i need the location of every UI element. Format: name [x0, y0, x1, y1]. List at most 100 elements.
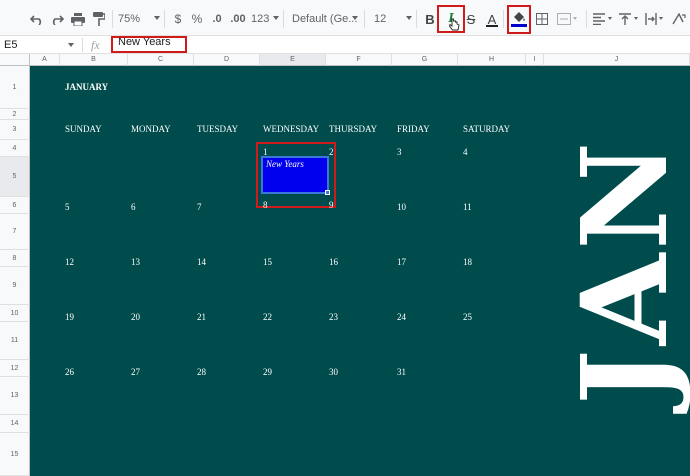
date-cell[interactable]: 30 [329, 367, 338, 377]
date-cell[interactable]: 10 [397, 202, 406, 212]
more-formats-select[interactable]: 123 [251, 8, 279, 30]
percent-button[interactable]: % [189, 8, 205, 30]
row-header-13[interactable]: 13 [0, 377, 30, 415]
column-header-c[interactable]: C [128, 54, 194, 66]
month-big-label: JAN [555, 137, 690, 405]
row-header-10[interactable]: 10 [0, 305, 30, 322]
redo-icon[interactable] [48, 8, 66, 30]
date-cell[interactable]: 22 [263, 312, 272, 322]
increase-decimal-button[interactable]: .00 [228, 8, 248, 30]
date-cell[interactable]: 15 [263, 257, 272, 267]
chevron-down-icon [68, 43, 74, 47]
date-cell[interactable]: 31 [397, 367, 406, 377]
column-header-e[interactable]: E [260, 54, 326, 66]
weekday-header: SUNDAY [65, 124, 102, 134]
column-header-i[interactable]: I [526, 54, 544, 66]
date-cell[interactable]: 26 [65, 367, 74, 377]
sheet-grid[interactable]: JANUARY SUNDAY MONDAY TUESDAY WEDNESDAY … [30, 66, 690, 476]
date-cell[interactable]: 25 [463, 312, 472, 322]
date-cell[interactable]: 28 [197, 367, 206, 377]
font-family-select[interactable]: Default (Ge... [292, 8, 358, 30]
date-cell[interactable]: 24 [397, 312, 406, 322]
date-cell[interactable]: 23 [329, 312, 338, 322]
zoom-value: 75% [118, 13, 141, 25]
row-header-4[interactable]: 4 [0, 140, 30, 157]
date-cell[interactable]: 21 [197, 312, 206, 322]
column-header-g[interactable]: G [392, 54, 458, 66]
column-header-j[interactable]: J [544, 54, 690, 66]
column-header-d[interactable]: D [194, 54, 260, 66]
cell-highlight-box [256, 142, 336, 208]
date-cell[interactable]: 11 [463, 202, 472, 212]
chevron-down-icon [406, 16, 412, 20]
italic-highlight-box [437, 5, 465, 33]
weekday-header: THURSDAY [329, 124, 378, 134]
decrease-decimal-button[interactable]: .0 [208, 8, 226, 30]
borders-icon[interactable] [534, 8, 550, 30]
date-cell[interactable]: 8 [263, 200, 268, 210]
formula-highlight-box [111, 36, 187, 53]
bold-button[interactable]: B [422, 8, 438, 30]
column-header-h[interactable]: H [458, 54, 526, 66]
row-header-5[interactable]: 5 [0, 157, 30, 197]
merge-cells-icon[interactable] [554, 8, 580, 30]
date-cell[interactable]: 27 [131, 367, 140, 377]
undo-icon[interactable] [28, 8, 46, 30]
row-header-8[interactable]: 8 [0, 250, 30, 267]
chevron-down-icon [273, 16, 279, 20]
date-cell[interactable]: 9 [329, 200, 334, 210]
row-header-7[interactable]: 7 [0, 214, 30, 250]
date-cell[interactable]: 16 [329, 257, 338, 267]
row-header-14[interactable]: 14 [0, 415, 30, 433]
strikethrough-button[interactable]: S [464, 8, 478, 30]
weekday-header: TUESDAY [197, 124, 239, 134]
name-box[interactable]: E5 [4, 37, 78, 53]
row-header-2[interactable]: 2 [0, 109, 30, 120]
date-cell[interactable]: 18 [463, 257, 472, 267]
date-cell[interactable]: 4 [463, 147, 468, 157]
select-all-corner[interactable] [0, 54, 30, 66]
row-header-11[interactable]: 11 [0, 322, 30, 360]
date-cell[interactable]: 5 [65, 202, 70, 212]
row-header-15[interactable]: 15 [0, 433, 30, 476]
row-header-3[interactable]: 3 [0, 120, 30, 140]
text-wrapping-icon[interactable] [644, 8, 666, 30]
date-cell[interactable]: 17 [397, 257, 406, 267]
date-cell[interactable]: 12 [65, 257, 74, 267]
currency-button[interactable]: $ [170, 8, 186, 30]
chevron-down-icon [352, 16, 358, 20]
date-cell[interactable]: 20 [131, 312, 140, 322]
zoom-select[interactable]: 75% [118, 8, 160, 30]
date-cell[interactable]: 13 [131, 257, 140, 267]
text-color-button[interactable]: A [484, 8, 500, 30]
date-cell[interactable]: 3 [397, 147, 402, 157]
date-cell[interactable]: 6 [131, 202, 136, 212]
month-title: JANUARY [65, 82, 109, 92]
date-cell[interactable]: 14 [197, 257, 206, 267]
vertical-align-icon[interactable] [618, 8, 640, 30]
fx-icon: fx [91, 38, 100, 52]
row-header-1[interactable]: 1 [0, 66, 30, 109]
date-cell[interactable]: 29 [263, 367, 272, 377]
horizontal-align-icon[interactable] [592, 8, 614, 30]
text-color-bar [486, 24, 498, 27]
column-header-f[interactable]: F [326, 54, 392, 66]
column-header-a[interactable]: A [30, 54, 60, 66]
weekday-header: MONDAY [131, 124, 171, 134]
row-header-6[interactable]: 6 [0, 197, 30, 214]
print-icon[interactable] [68, 8, 88, 30]
formula-bar: E5 fx [0, 36, 690, 54]
toolbar: 75% $ % .0 .00 123 Default (Ge... 12 B I… [0, 0, 690, 36]
date-cell[interactable]: 7 [197, 202, 202, 212]
date-cell[interactable]: 19 [65, 312, 74, 322]
row-header-12[interactable]: 12 [0, 360, 30, 377]
cell-reference: E5 [4, 39, 18, 51]
row-header-9[interactable]: 9 [0, 267, 30, 305]
weekday-header: WEDNESDAY [263, 124, 320, 134]
fill-color-highlight-box [507, 5, 531, 34]
paint-format-icon[interactable] [90, 8, 108, 30]
weekday-header: FRIDAY [397, 124, 430, 134]
font-size-select[interactable]: 12 [374, 8, 412, 30]
text-rotation-icon[interactable] [670, 8, 688, 30]
column-header-b[interactable]: B [60, 54, 128, 66]
